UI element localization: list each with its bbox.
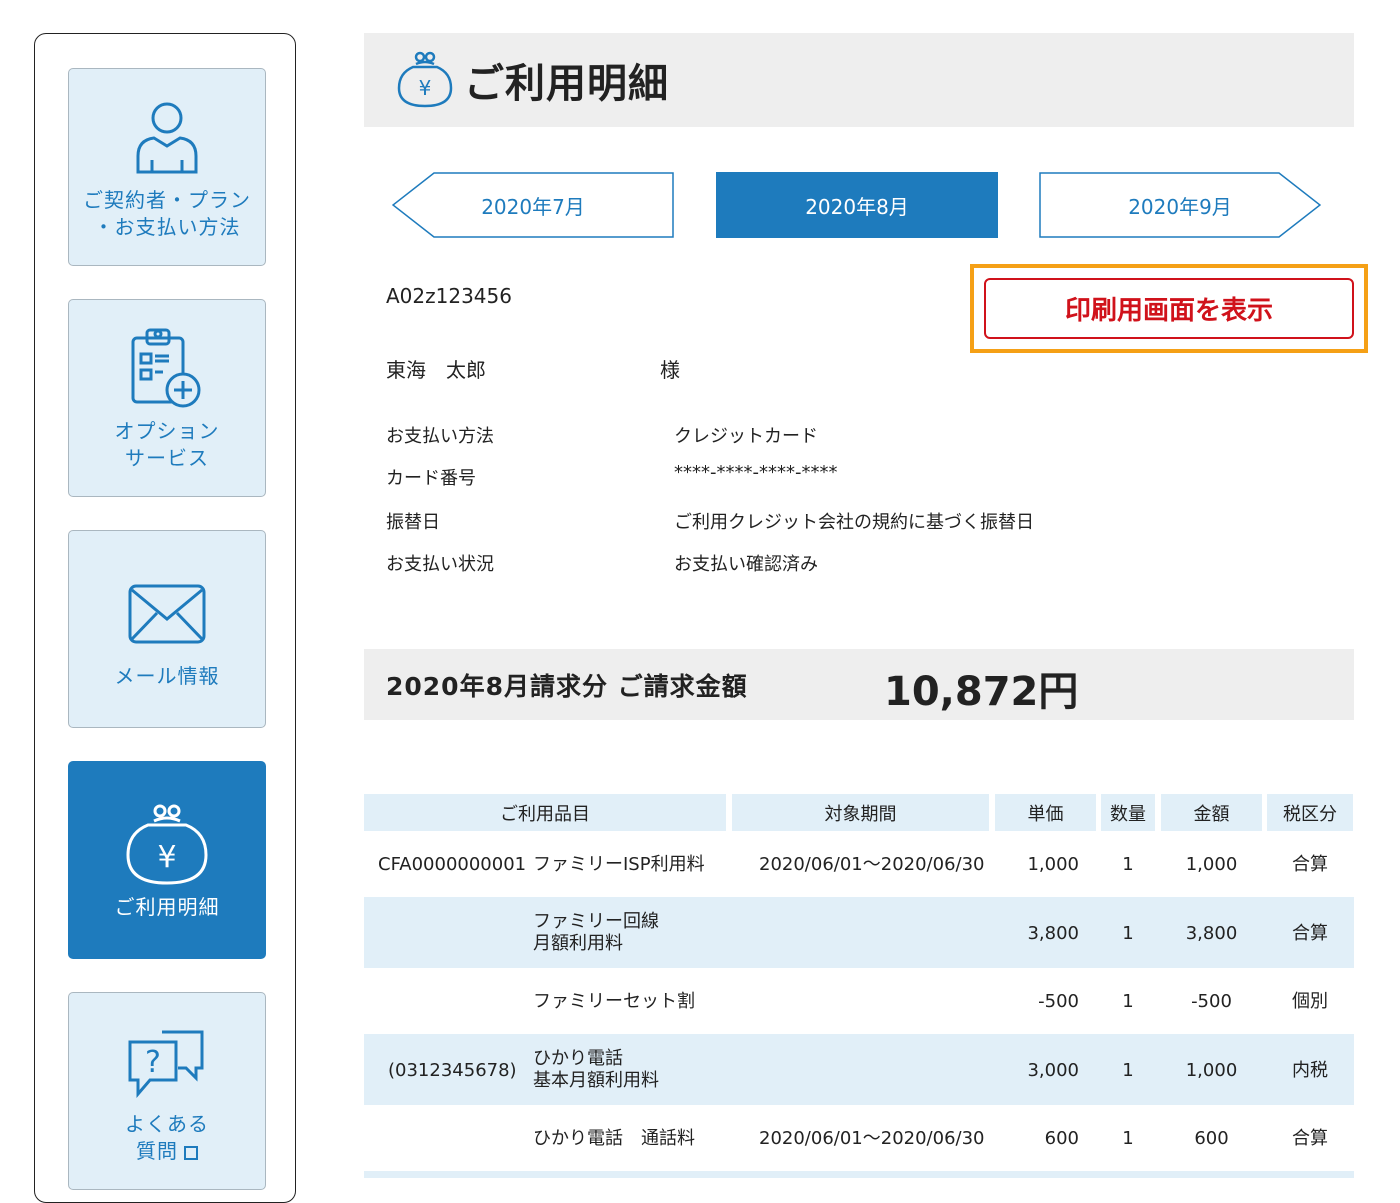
sidebar-nav: ご契約者・プラン ・お支払い方法 オプション サービス メール情報 ¥ ご利用明… (34, 33, 296, 1203)
row-item: ファミリー回線 月額利用料 (533, 911, 659, 954)
col-header-price: 単価 (995, 794, 1096, 831)
row-price: 3,800 (1027, 923, 1079, 944)
question-chat-icon: ? (122, 1017, 212, 1107)
prev-month-button[interactable]: 2020年7月 (392, 172, 674, 238)
print-button-highlight: 印刷用画面を表示 (970, 264, 1368, 353)
table-row: (0312345678) ひかり電話 基本月額利用料 3,000 1 1,000 … (364, 1034, 1354, 1105)
sidebar-item-statement[interactable]: ¥ ご利用明細 (68, 761, 266, 959)
info-value: ご利用クレジット会社の規約に基づく振替日 (674, 512, 1034, 533)
table-row (364, 1171, 1354, 1178)
next-month-label: 2020年9月 (1128, 194, 1232, 219)
yen-purse-icon: ¥ (122, 800, 212, 890)
sidebar-item-label: ご利用明細 (114, 894, 220, 919)
row-qty: 1 (1122, 923, 1134, 944)
row-price: 1,000 (1027, 854, 1079, 875)
info-label: お支払い状況 (386, 554, 494, 575)
billing-label: 2020年8月請求分 ご請求金額 (386, 672, 748, 701)
svg-text:?: ? (145, 1045, 161, 1080)
row-amount: 3,800 (1185, 923, 1238, 944)
sidebar-item-label: よくある 質問 (125, 1112, 209, 1163)
row-price: 600 (1044, 1128, 1079, 1149)
page-title: ご利用明細 (464, 61, 669, 107)
row-amount: 1,000 (1185, 1060, 1238, 1081)
table-row: ファミリー回線 月額利用料 3,800 1 3,800 合算 (364, 897, 1354, 968)
person-icon (122, 93, 212, 183)
billing-total-bar: 2020年8月請求分 ご請求金額 10,872円 (364, 649, 1354, 720)
sidebar-item-label: ご契約者・プラン ・お支払い方法 (83, 188, 251, 239)
current-month-button[interactable]: 2020年8月 (716, 172, 998, 238)
table-row: ファミリーセット割 -500 1 -500 個別 (364, 968, 1354, 1034)
next-month-button[interactable]: 2020年9月 (1039, 172, 1321, 238)
sidebar-item-mail[interactable]: メール情報 (68, 530, 266, 728)
info-label: カード番号 (386, 468, 476, 489)
col-header-tax: 税区分 (1267, 794, 1353, 831)
page-header: ¥ ご利用明細 (364, 33, 1354, 127)
honorific: 様 (660, 358, 680, 382)
row-price: -500 (1038, 991, 1079, 1012)
row-amount: 600 (1194, 1128, 1229, 1149)
row-period: 2020/06/01～2020/06/30 (759, 1128, 985, 1149)
row-price: 3,000 (1027, 1060, 1079, 1081)
prev-month-label: 2020年7月 (481, 194, 585, 219)
row-qty: 1 (1122, 991, 1134, 1012)
yen-purse-icon: ¥ (397, 51, 453, 108)
row-tax: 個別 (1292, 991, 1328, 1012)
row-tax: 合算 (1292, 854, 1328, 875)
sidebar-item-options[interactable]: オプション サービス (68, 299, 266, 497)
info-value: クレジットカード (674, 426, 818, 447)
external-window-icon (184, 1146, 198, 1160)
info-value: お支払い確認済み (674, 554, 818, 575)
col-header-item: ご利用品目 (364, 794, 726, 831)
customer-name: 東海 太郎 (386, 358, 486, 382)
info-label: 振替日 (386, 512, 440, 533)
row-period: 2020/06/01～2020/06/30 (759, 854, 985, 875)
row-item: ひかり電話 基本月額利用料 (533, 1048, 659, 1091)
sidebar-item-label: オプション サービス (114, 419, 220, 470)
sidebar-item-contract[interactable]: ご契約者・プラン ・お支払い方法 (68, 68, 266, 266)
info-label: お支払い方法 (386, 426, 494, 447)
svg-text:¥: ¥ (157, 840, 176, 875)
table-row: CFA0000000001 ファミリーISP利用料 2020/06/01～202… (364, 832, 1354, 897)
svg-text:¥: ¥ (419, 76, 432, 100)
table-row: ひかり電話 通話料 2020/06/01～2020/06/30 600 1 60… (364, 1105, 1354, 1171)
row-item: ひかり電話 通話料 (533, 1128, 695, 1149)
row-code: CFA0000000001 (378, 854, 527, 875)
print-view-button[interactable]: 印刷用画面を表示 (984, 278, 1354, 339)
row-tax: 合算 (1292, 1128, 1328, 1149)
row-item: ファミリーISP利用料 (533, 854, 705, 875)
row-tax: 合算 (1292, 923, 1328, 944)
account-id: A02z123456 (386, 284, 512, 308)
col-header-amount: 金額 (1161, 794, 1262, 831)
row-item: ファミリーセット割 (533, 991, 695, 1012)
row-amount: -500 (1191, 991, 1232, 1012)
current-month-label: 2020年8月 (805, 194, 909, 219)
billing-amount: 10,872円 (884, 669, 1079, 715)
row-qty: 1 (1122, 1060, 1134, 1081)
sidebar-item-label: メール情報 (114, 663, 220, 688)
mail-icon (122, 569, 212, 659)
info-value: ****-****-****-**** (674, 462, 838, 483)
sidebar-item-faq[interactable]: ? よくある 質問 (68, 992, 266, 1190)
row-tax: 内税 (1292, 1060, 1328, 1081)
clipboard-plus-icon (122, 324, 212, 414)
row-amount: 1,000 (1185, 854, 1238, 875)
row-qty: 1 (1122, 854, 1134, 875)
col-header-qty: 数量 (1101, 794, 1155, 831)
row-code: (0312345678) (388, 1060, 517, 1081)
col-header-period: 対象期間 (732, 794, 989, 831)
row-qty: 1 (1122, 1128, 1134, 1149)
